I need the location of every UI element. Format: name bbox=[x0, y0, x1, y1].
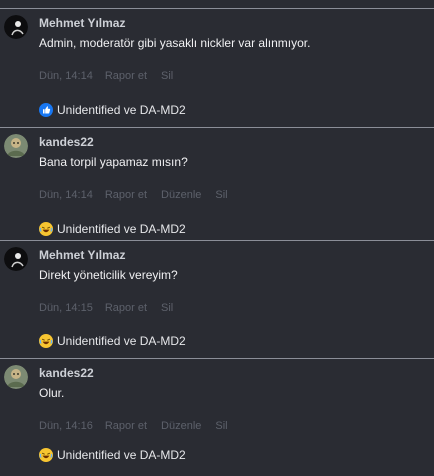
timestamp-link[interactable]: Dün, 14:14 bbox=[39, 70, 93, 82]
like-icon bbox=[39, 103, 53, 117]
dark-avatar[interactable] bbox=[4, 15, 28, 39]
message-thread: Mehmet Yılmaz Admin, moderatör gibi yasa… bbox=[0, 0, 434, 476]
delete-link[interactable]: Sil bbox=[161, 70, 173, 82]
edit-link[interactable]: Düzenle bbox=[161, 189, 201, 201]
message: kandes22 Olur. Dün, 14:16 Rapor et Düzen… bbox=[0, 358, 434, 476]
message-text: Admin, moderatör gibi yasaklı nickler va… bbox=[39, 36, 311, 50]
message-text: Direkt yöneticilik vereyim? bbox=[39, 268, 178, 282]
message: kandes22 Bana torpil yapamaz mısın? Dün,… bbox=[0, 127, 434, 240]
message-actions: Dün, 14:14 Rapor et Düzenle Sil bbox=[39, 189, 242, 201]
character-avatar[interactable] bbox=[4, 134, 28, 158]
reactors-text[interactable]: Unidentified ve DA-MD2 bbox=[57, 334, 186, 348]
reaction-summary[interactable]: Unidentified ve DA-MD2 bbox=[39, 334, 186, 348]
timestamp-link[interactable]: Dün, 14:15 bbox=[39, 302, 93, 314]
author-name[interactable]: kandes22 bbox=[39, 366, 94, 380]
reactors-text[interactable]: Unidentified ve DA-MD2 bbox=[57, 222, 186, 236]
report-link[interactable]: Rapor et bbox=[105, 70, 147, 82]
report-link[interactable]: Rapor et bbox=[105, 420, 147, 432]
message-text: Olur. bbox=[39, 386, 65, 400]
message-text: Bana torpil yapamaz mısın? bbox=[39, 155, 188, 169]
laugh-icon bbox=[39, 334, 53, 348]
author-name[interactable]: kandes22 bbox=[39, 135, 94, 149]
report-link[interactable]: Rapor et bbox=[105, 189, 147, 201]
author-name[interactable]: Mehmet Yılmaz bbox=[39, 16, 125, 30]
edit-link[interactable]: Düzenle bbox=[161, 420, 201, 432]
message-actions: Dün, 14:15 Rapor et Sil bbox=[39, 302, 187, 314]
author-name[interactable]: Mehmet Yılmaz bbox=[39, 248, 125, 262]
character-avatar[interactable] bbox=[4, 365, 28, 389]
reactors-text[interactable]: Unidentified ve DA-MD2 bbox=[57, 103, 186, 117]
message: Mehmet Yılmaz Admin, moderatör gibi yasa… bbox=[0, 8, 434, 127]
reaction-summary[interactable]: Unidentified ve DA-MD2 bbox=[39, 222, 186, 236]
laugh-icon bbox=[39, 448, 53, 462]
report-link[interactable]: Rapor et bbox=[105, 302, 147, 314]
reaction-summary[interactable]: Unidentified ve DA-MD2 bbox=[39, 448, 186, 462]
message: Mehmet Yılmaz Direkt yöneticilik vereyim… bbox=[0, 240, 434, 358]
timestamp-link[interactable]: Dün, 14:14 bbox=[39, 189, 93, 201]
delete-link[interactable]: Sil bbox=[161, 302, 173, 314]
dark-avatar[interactable] bbox=[4, 247, 28, 271]
delete-link[interactable]: Sil bbox=[215, 189, 227, 201]
timestamp-link[interactable]: Dün, 14:16 bbox=[39, 420, 93, 432]
message-actions: Dün, 14:16 Rapor et Düzenle Sil bbox=[39, 420, 242, 432]
delete-link[interactable]: Sil bbox=[215, 420, 227, 432]
laugh-icon bbox=[39, 222, 53, 236]
reaction-summary[interactable]: Unidentified ve DA-MD2 bbox=[39, 103, 186, 117]
message-actions: Dün, 14:14 Rapor et Sil bbox=[39, 70, 187, 82]
reactors-text[interactable]: Unidentified ve DA-MD2 bbox=[57, 448, 186, 462]
